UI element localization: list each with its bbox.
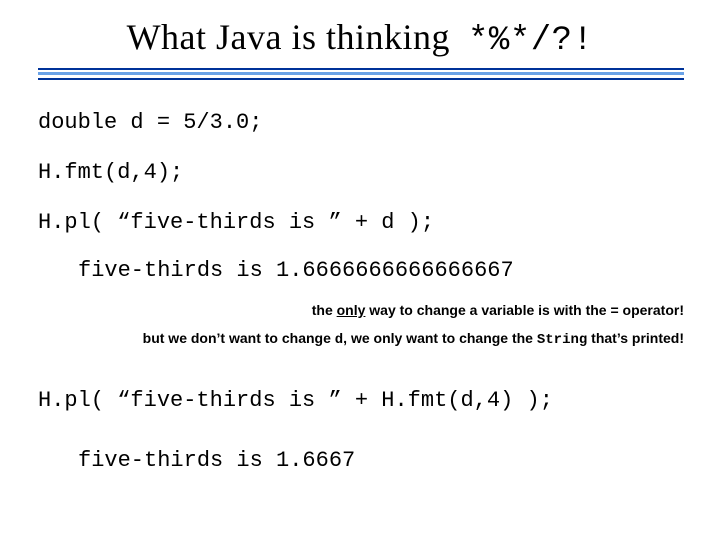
code-line-4: H.pl( “five-thirds is ” + H.fmt(d,4) ); bbox=[38, 388, 553, 413]
note2-a: but we don’t want to change bbox=[143, 330, 335, 346]
note1-a: the bbox=[312, 302, 337, 318]
code3-pre: H.pl( bbox=[38, 210, 117, 235]
title-symbols: *%*/?! bbox=[468, 22, 593, 60]
code-line-3: H.pl( “five-thirds is ” + d ); bbox=[38, 210, 434, 235]
code-line-2: H.fmt(d,4); bbox=[38, 160, 183, 185]
code3-str: “five-thirds is ” bbox=[117, 210, 341, 235]
note2-c: , we only want to change the bbox=[343, 330, 537, 346]
slide-title: What Java is thinking *%*/?! bbox=[0, 16, 720, 60]
title-text: What Java is thinking bbox=[127, 17, 450, 57]
code4-str: “five-thirds is ” bbox=[117, 388, 341, 413]
code4-call: H.fmt(d,4) bbox=[381, 388, 513, 413]
output-2: five-thirds is 1.6667 bbox=[78, 448, 355, 473]
code4-mid: + bbox=[342, 388, 382, 413]
note1-b: only bbox=[337, 302, 366, 318]
note2-e: that’s printed! bbox=[587, 330, 684, 346]
note-1: the only way to change a variable is wit… bbox=[312, 302, 684, 318]
code4-pre: H.pl( bbox=[38, 388, 117, 413]
slide: What Java is thinking *%*/?! double d = 5… bbox=[0, 0, 720, 540]
note-2: but we don’t want to change d, we only w… bbox=[143, 330, 684, 348]
note2-b: d bbox=[335, 332, 343, 348]
rule-inner bbox=[38, 72, 684, 75]
code3-post: + d ); bbox=[342, 210, 434, 235]
code4-post: ); bbox=[513, 388, 553, 413]
note1-c: way to change a variable is with the = o… bbox=[365, 302, 684, 318]
double-rule bbox=[38, 68, 684, 80]
code-line-1: double d = 5/3.0; bbox=[38, 110, 262, 135]
note2-d: String bbox=[537, 332, 587, 348]
output-1: five-thirds is 1.6666666666666667 bbox=[78, 258, 514, 283]
